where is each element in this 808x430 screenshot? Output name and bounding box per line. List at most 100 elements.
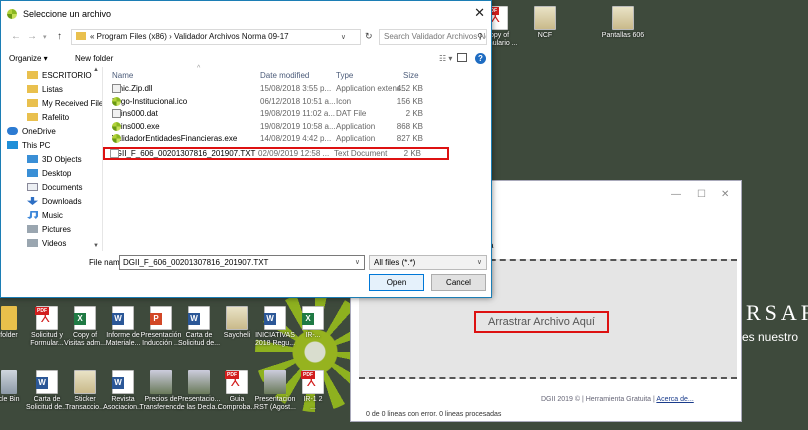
new-folder-button[interactable]: New folder: [75, 54, 113, 63]
nav-item[interactable]: Listas: [27, 85, 63, 97]
filetype-select[interactable]: All files (*.*) ∨: [369, 255, 487, 270]
file-date: 06/12/2018 10:51 a...: [260, 96, 336, 106]
nav-item-label: This PC: [22, 141, 51, 150]
yellow-folder-icon: [27, 113, 38, 121]
file-type: Icon: [336, 96, 352, 106]
desktop-icon[interactable]: IR-...: [290, 306, 336, 340]
file-date: 02/09/2019 12:58 ...: [258, 148, 330, 158]
search-icon: ⚲: [477, 32, 483, 41]
pdf-file-icon: [35, 306, 58, 330]
wallpaper-text-big: RSAR: [746, 300, 808, 325]
file-row[interactable]: Logo-Institucional.ico 06/12/2018 10:51 a…: [107, 96, 487, 108]
close-icon[interactable]: ✕: [474, 5, 485, 21]
column-type[interactable]: Type: [336, 71, 353, 80]
chevron-down-icon[interactable]: ∨: [341, 31, 346, 45]
footer-text: DGII 2019 © | Herramienta Gratuita |: [541, 396, 657, 403]
file-row[interactable]: Ionic.Zip.dll 15/08/2018 3:55 p... Applica…: [107, 84, 487, 95]
file-row[interactable]: DGII_F_606_00201307816_201907.TXT 02/09/2…: [103, 146, 449, 160]
up-arrow-icon[interactable]: ↑: [57, 31, 62, 42]
scroll-down-icon[interactable]: ▼: [93, 243, 99, 249]
filetype-value: All files (*.*): [374, 258, 416, 267]
close-icon[interactable]: ✕: [721, 189, 729, 200]
back-arrow-icon[interactable]: ←: [11, 31, 21, 42]
nav-item[interactable]: Documents: [27, 183, 82, 195]
nav-item[interactable]: Rafelito: [27, 113, 69, 125]
nav-item-label: Music: [42, 211, 63, 220]
search-placeholder: Search Validador Archivos No...: [384, 32, 487, 41]
recent-dropdown-icon[interactable]: ▾: [43, 33, 47, 41]
minimize-icon[interactable]: —: [671, 189, 681, 200]
nav-item[interactable]: Music: [27, 211, 63, 223]
app-logo-icon: [7, 9, 17, 19]
file-size: 2 KB: [405, 109, 423, 118]
word-file-icon: [36, 370, 58, 394]
address-row: ← → ▾ ↑ « Program Files (x86) › Validado…: [1, 27, 491, 49]
maximize-icon[interactable]: ☐: [697, 189, 706, 200]
file-row[interactable]: unins000.dat 19/08/2019 11:02 a... DAT Fil…: [107, 109, 487, 120]
yellow-folder-icon: [27, 99, 38, 107]
address-bar[interactable]: « Program Files (x86) › Validador Archiv…: [71, 29, 361, 45]
app-footer: DGII 2019 © | Herramienta Gratuita | Ace…: [541, 396, 694, 403]
blue-folder-icon: [27, 169, 38, 177]
search-input[interactable]: Search Validador Archivos No... ⚲: [379, 29, 487, 45]
yellow-folder-icon: [27, 85, 38, 93]
nav-scrollbar[interactable]: ▲ ▼: [93, 67, 101, 251]
address-path: « Program Files (x86) › Validador Archiv…: [90, 32, 289, 41]
nav-item[interactable]: ESCRITORIO: [27, 71, 92, 83]
nav-item-label: Listas: [42, 85, 63, 94]
yellow-folder-icon: [27, 71, 38, 79]
file-name: unins000.dat: [112, 109, 158, 118]
word-file-icon: [264, 306, 286, 330]
blue-folder-icon: [27, 155, 38, 163]
nav-item[interactable]: Pictures: [27, 225, 71, 237]
scroll-up-icon[interactable]: ▲: [93, 67, 99, 73]
view-options-icon[interactable]: ☷ ▾: [439, 54, 452, 63]
help-icon[interactable]: ?: [475, 53, 486, 64]
pdf-file-icon: [301, 370, 324, 394]
nav-item-label: Pictures: [42, 225, 71, 234]
file-row[interactable]: ValidadorEntidadesFinancieras.exe 14/08/2…: [107, 134, 487, 145]
gray-folder-icon: [27, 225, 38, 233]
img-file-icon: [534, 6, 556, 30]
forward-arrow-icon[interactable]: →: [27, 31, 37, 42]
logo-file-icon: [112, 121, 121, 131]
img-file-icon: [612, 6, 634, 30]
word-file-icon: [188, 306, 210, 330]
desktop-icon-label: IR-1 2 ...: [303, 396, 323, 411]
nav-item-label: Downloads: [42, 197, 82, 206]
word-file-icon: [112, 370, 134, 394]
preview-pane-icon[interactable]: [457, 53, 467, 62]
car-file-icon: [188, 370, 210, 394]
nav-item[interactable]: 3D Objects: [27, 155, 82, 167]
nav-item[interactable]: My Received Files: [27, 99, 102, 111]
nav-item[interactable]: Downloads: [27, 197, 82, 209]
file-type: Text Document: [334, 148, 388, 158]
file-open-dialog: Seleccione un archivo ✕ ← → ▾ ↑ « Progra…: [0, 0, 492, 298]
open-button[interactable]: Open: [369, 274, 424, 291]
dialog-titlebar[interactable]: Seleccione un archivo ✕: [1, 1, 491, 27]
desktop-icon[interactable]: IR-1 2 ...: [290, 370, 336, 412]
img-file-icon: [74, 370, 96, 394]
chevron-down-icon[interactable]: ∨: [355, 256, 360, 269]
desktop-icon[interactable]: NCF: [522, 6, 568, 40]
filename-input[interactable]: DGII_F_606_00201307816_201907.TXT ∨: [119, 255, 365, 270]
chevron-down-icon[interactable]: ∨: [477, 256, 482, 269]
organize-button[interactable]: Organize ▾: [9, 54, 48, 63]
desktop-icon[interactable]: Pantallas 606: [600, 6, 646, 40]
refresh-icon[interactable]: ↻: [365, 31, 373, 42]
desktop-icon-label: Pantallas 606: [601, 32, 645, 39]
file-row[interactable]: unins000.exe 19/08/2019 10:58 a... Applica…: [107, 121, 487, 133]
nav-item[interactable]: Videos: [27, 239, 66, 251]
column-date[interactable]: Date modified: [260, 71, 309, 80]
nav-item[interactable]: OneDrive: [7, 127, 56, 139]
file-name: ValidadorEntidadesFinancieras.exe: [112, 134, 237, 143]
word-file-icon: [112, 306, 134, 330]
cancel-button[interactable]: Cancel: [431, 274, 486, 291]
about-link[interactable]: Acerca de...: [656, 396, 693, 403]
gray-folder-icon: [27, 239, 38, 247]
column-size[interactable]: Size: [403, 71, 419, 80]
nav-item[interactable]: Desktop: [27, 169, 71, 181]
music-folder-icon: [27, 211, 38, 219]
nav-item[interactable]: This PC: [7, 141, 50, 153]
column-name[interactable]: Name: [112, 71, 133, 80]
